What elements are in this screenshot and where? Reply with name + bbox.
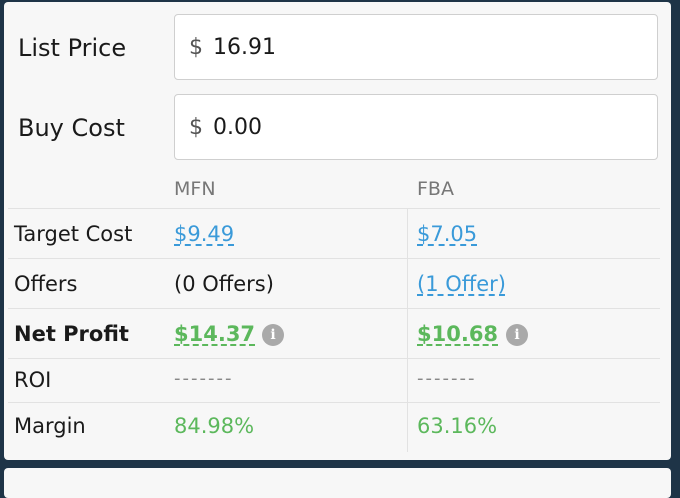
column-header-fba: FBA (417, 178, 454, 200)
row-divider (8, 258, 660, 259)
buy-cost-input[interactable]: $ 0.00 (174, 94, 658, 160)
margin-label: Margin (14, 414, 86, 438)
list-price-value: 16.91 (213, 35, 276, 60)
net-profit-mfn-value[interactable]: $14.37 (174, 322, 255, 346)
roi-label: ROI (14, 368, 52, 392)
margin-mfn-value: 84.98% (174, 414, 255, 438)
target-cost-mfn-link[interactable]: $9.49 (174, 222, 234, 246)
list-price-input[interactable]: $ 16.91 (174, 14, 658, 80)
offers-fba-link[interactable]: (1 Offer) (417, 272, 506, 296)
target-cost-label: Target Cost (14, 222, 133, 246)
buy-cost-label: Buy Cost (18, 114, 125, 142)
buy-cost-currency: $ (189, 115, 203, 140)
row-divider (8, 308, 660, 309)
roi-mfn-value: ------- (174, 368, 234, 389)
column-divider (407, 208, 408, 452)
row-divider (8, 208, 660, 209)
list-price-currency: $ (189, 35, 203, 60)
margin-fba-value: 63.16% (417, 414, 498, 438)
net-profit-fba-value[interactable]: $10.68 (417, 322, 498, 346)
column-header-mfn: MFN (174, 178, 216, 200)
net-profit-label: Net Profit (14, 322, 129, 346)
profit-calculator-panel: List Price $ 16.91 Buy Cost $ 0.00 MFN F… (4, 2, 671, 460)
info-icon[interactable]: i (506, 324, 528, 346)
target-cost-fba-link[interactable]: $7.05 (417, 222, 477, 246)
buy-cost-value: 0.00 (213, 115, 262, 140)
offers-label: Offers (14, 272, 78, 296)
offers-mfn-value: (0 Offers) (174, 272, 274, 296)
next-panel (4, 468, 671, 498)
roi-fba-value: ------- (417, 368, 477, 389)
row-divider (8, 402, 660, 403)
row-divider (8, 358, 660, 359)
info-icon[interactable]: i (262, 324, 284, 346)
list-price-label: List Price (18, 34, 127, 62)
